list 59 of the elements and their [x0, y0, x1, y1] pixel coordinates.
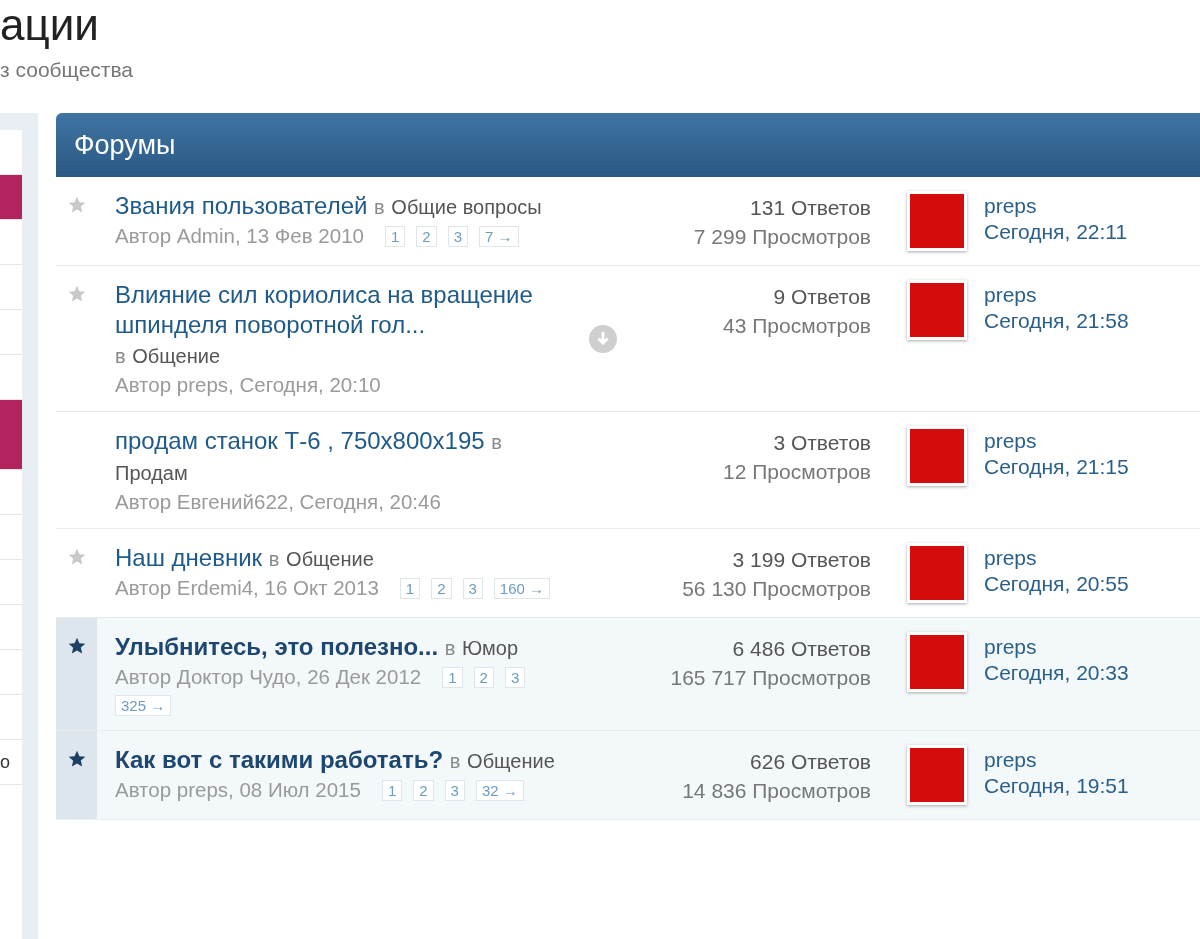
views-count: 7 299 Просмотров [692, 224, 871, 250]
in-label: в [268, 548, 280, 570]
page-title: ации [0, 0, 100, 50]
replies-count: 131 Ответов [749, 195, 871, 221]
last-post-time-link[interactable]: Сегодня, 22:11 [984, 219, 1128, 245]
last-poster-link[interactable]: preps [984, 545, 1129, 571]
author-line: Автор Erdemi4, 16 Окт 2013 [115, 576, 379, 600]
last-poster-link[interactable]: preps [984, 634, 1129, 660]
thread-title-link[interactable]: Как вот с такими работать? [115, 745, 444, 775]
views-count: 165 717 Просмотров [669, 665, 871, 691]
forum-link[interactable]: Юмор [462, 637, 519, 659]
in-label: в [115, 345, 126, 367]
avatar-image[interactable] [907, 426, 967, 486]
thread-title-link[interactable]: Влияние сил кориолиса на вращение шпинделя поворотной гол... [115, 280, 555, 340]
forum-link[interactable]: Продам [115, 462, 188, 484]
author-line: Автор Евгений622, Сегодня, 20:46 [115, 490, 441, 514]
replies-count: 6 486 Ответов [731, 636, 871, 662]
thread-title-link[interactable]: Звания пользователей [115, 191, 368, 221]
last-poster-link[interactable]: preps [984, 282, 1129, 308]
forum-link[interactable]: Общение [132, 345, 220, 367]
sidebar-item[interactable] [0, 175, 22, 220]
views-count: 14 836 Просмотров [681, 778, 871, 804]
in-label: в [491, 431, 502, 453]
last-poster-link[interactable]: preps [984, 193, 1128, 219]
forum-link[interactable]: Общение [286, 548, 374, 570]
avatar-image[interactable] [907, 191, 967, 251]
page-subtitle: з сообщества [0, 58, 135, 82]
last-post-time-link[interactable]: Сегодня, 19:51 [984, 773, 1129, 799]
replies-count: 3 199 Ответов [731, 547, 871, 573]
thread-title-link[interactable]: продам станок Т-6 , 750х800х195 [115, 426, 485, 456]
avatar-image[interactable] [907, 745, 967, 805]
author-line: Автор Доктор Чудо, 26 Дек 2012 [115, 665, 422, 689]
in-label: в [374, 196, 385, 218]
last-post-time-link[interactable]: Сегодня, 20:33 [984, 660, 1129, 686]
forum-header: Форумы [56, 113, 1200, 177]
forum-link[interactable]: Общие вопросы [391, 196, 542, 218]
sidebar-item[interactable]: о [0, 740, 22, 785]
author-line: Автор Admin, 13 Фев 2010 [115, 224, 364, 248]
in-label: в [449, 750, 461, 772]
thread-title-link[interactable]: Наш дневник [115, 543, 263, 573]
author-line: Автор preps, 08 Июл 2015 [115, 778, 361, 802]
last-post-time-link[interactable]: Сегодня, 21:58 [984, 308, 1129, 334]
forum-link[interactable]: Общение [467, 750, 555, 772]
avatar-image[interactable] [907, 632, 967, 692]
last-poster-link[interactable]: preps [984, 428, 1129, 454]
thread-title-link[interactable]: Улыбнитесь, это полезно... [115, 632, 439, 662]
avatar-image[interactable] [907, 280, 967, 340]
replies-count: 9 Ответов [772, 284, 871, 310]
views-count: 56 130 Просмотров [681, 576, 871, 602]
views-count: 12 Просмотров [722, 459, 871, 485]
replies-count: 3 Ответов [772, 430, 871, 456]
author-line: Автор preps, Сегодня, 20:10 [115, 373, 381, 397]
in-label: в [444, 637, 456, 659]
replies-count: 626 Ответов [749, 749, 871, 775]
last-post-time-link[interactable]: Сегодня, 21:15 [984, 454, 1129, 480]
last-poster-link[interactable]: preps [984, 747, 1129, 773]
views-count: 43 Просмотров [722, 313, 871, 339]
avatar-image[interactable] [907, 543, 967, 603]
last-post-time-link[interactable]: Сегодня, 20:55 [984, 571, 1129, 597]
